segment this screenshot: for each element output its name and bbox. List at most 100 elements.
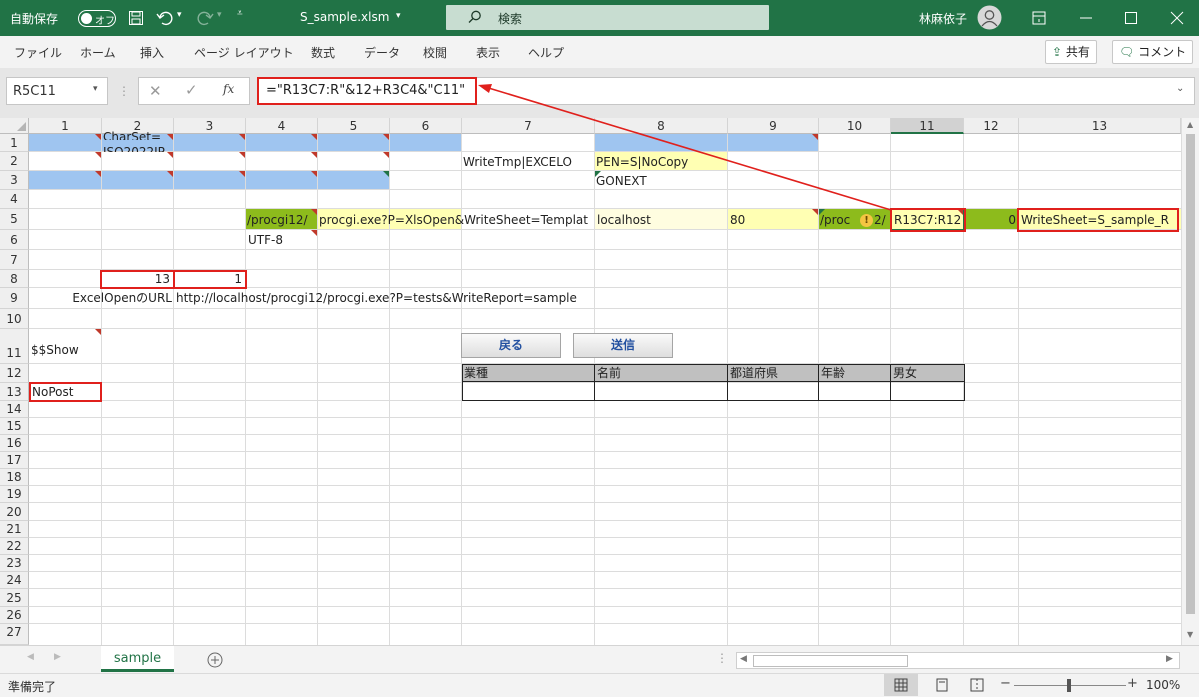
error-warning-icon[interactable]: ! [860,214,873,227]
row-header-14[interactable]: 14 [0,401,29,418]
scroll-left-icon[interactable]: ◀ [740,654,747,664]
page-layout-view-icon[interactable] [935,678,949,692]
undo-dropdown-icon[interactable]: ▾ [177,10,182,20]
insert-function-icon[interactable]: fx [223,82,234,96]
sheet-tab-sample[interactable]: sample [101,646,174,672]
col-header-10[interactable]: 10 [819,118,891,134]
row-header-11[interactable]: 11 [0,329,29,364]
col-header-8[interactable]: 8 [595,118,728,134]
zoom-out-button[interactable]: − [1000,676,1011,691]
cell-r6c4[interactable]: UTF-8 [248,232,318,249]
row-header-13[interactable]: 13 [0,383,29,401]
undo-icon[interactable] [156,9,174,27]
scroll-down-icon[interactable]: ▼ [1187,630,1193,639]
normal-view-button[interactable] [884,674,918,696]
page-break-view-icon[interactable] [970,678,984,692]
row-header-20[interactable]: 20 [0,503,29,521]
cell-r9c3[interactable]: http://localhost/procgi12/procgi.exe?P=t… [176,290,616,307]
redo-icon[interactable] [196,9,214,27]
tab-help[interactable]: ヘルプ [528,44,564,61]
maximize-icon[interactable] [1124,11,1138,25]
cell-r9c1[interactable]: ExcelOpenのURL [29,290,172,307]
cell-r11c1[interactable]: $$Show [31,342,101,359]
close-icon[interactable] [1170,11,1184,25]
zoom-slider-thumb[interactable] [1067,679,1071,692]
minimize-icon[interactable] [1079,11,1093,25]
vertical-scroll-thumb[interactable] [1186,134,1195,614]
expand-formula-icon[interactable]: ⌄ [1176,83,1184,94]
filename-dropdown-icon[interactable]: ▾ [396,11,401,21]
row-header-15[interactable]: 15 [0,418,29,435]
row-header-17[interactable]: 17 [0,452,29,469]
row-header-7[interactable]: 7 [0,250,29,270]
cell-r5c8[interactable]: localhost [597,212,728,229]
tab-formulas[interactable]: 数式 [311,44,335,61]
cell-r5c4[interactable]: /procgi12/ [247,212,318,229]
splitter-dots-icon[interactable]: ⋮ [118,84,130,98]
tab-home[interactable]: ホーム [80,44,116,61]
tab-view[interactable]: 表示 [476,44,500,61]
scroll-right-icon[interactable]: ▶ [1166,654,1173,664]
cell-r5c9[interactable]: 80 [730,212,819,229]
search-box[interactable]: 検索 [446,5,769,30]
row-header-18[interactable]: 18 [0,469,29,486]
next-sheet-icon[interactable]: ▶ [54,652,61,662]
row-header-8[interactable]: 8 [0,270,29,288]
col-header-9[interactable]: 9 [728,118,819,134]
tab-insert[interactable]: 挿入 [140,44,164,61]
col-header-3[interactable]: 3 [174,118,246,134]
chevron-down-icon[interactable]: ▾ [93,84,98,94]
ribbon-display-icon[interactable] [1032,11,1046,25]
tab-file[interactable]: ファイル [14,44,62,61]
prev-sheet-icon[interactable]: ◀ [27,652,34,662]
share-button[interactable]: ⇪ 共有 [1045,40,1097,64]
tab-page-layout[interactable]: ページ レイアウト [194,44,294,61]
cell-r2c7[interactable]: WriteTmp|EXCELO [463,154,595,171]
spreadsheet-grid[interactable]: 1 2 3 4 5 6 7 8 9 10 11 12 13 1 2 3 4 5 … [0,118,1181,645]
row-header-12[interactable]: 12 [0,364,29,383]
cell-r5c12[interactable]: 0 [966,212,1016,229]
row-header-1[interactable]: 1 [0,134,29,152]
row-header-22[interactable]: 22 [0,538,29,555]
row-header-26[interactable]: 26 [0,607,29,624]
avatar[interactable] [977,5,1002,30]
comment-button[interactable]: 🗨 コメント [1112,40,1194,64]
save-icon[interactable] [128,10,144,26]
row-header-27[interactable]: 27 [0,624,29,645]
col-header-1[interactable]: 1 [29,118,102,134]
cell-r2c8[interactable]: PEN=S|NoCopy [596,154,728,171]
horizontal-scroll-thumb[interactable] [753,655,908,667]
enter-icon[interactable]: ✓ [185,81,198,99]
back-button[interactable]: 戻る [461,333,561,358]
cell-r5c10[interactable]: /proc [820,212,860,229]
zoom-level[interactable]: 100% [1146,678,1180,692]
cell-r5c5[interactable]: procgi.exe?P=XlsOpen&WriteSheet=Templat [319,212,595,229]
redo-dropdown-icon[interactable]: ▾ [217,10,222,20]
row-header-19[interactable]: 19 [0,486,29,503]
row-header-3[interactable]: 3 [0,171,29,190]
row-header-9[interactable]: 9 [0,288,29,309]
customize-icon[interactable]: ⩡ [237,8,243,19]
row-header-23[interactable]: 23 [0,555,29,572]
row-header-4[interactable]: 4 [0,190,29,209]
scroll-up-icon[interactable]: ▲ [1187,120,1193,129]
row-header-10[interactable]: 10 [0,309,29,329]
user-name[interactable]: 林麻依子 [919,10,967,27]
vertical-scrollbar[interactable]: ▲ ▼ [1181,118,1199,645]
row-header-16[interactable]: 16 [0,435,29,452]
zoom-in-button[interactable]: + [1127,676,1138,691]
row-header-25[interactable]: 25 [0,589,29,607]
select-all-corner[interactable] [0,118,29,134]
col-header-12[interactable]: 12 [964,118,1019,134]
autosave-toggle[interactable]: オフ [78,10,116,27]
col-header-5[interactable]: 5 [318,118,390,134]
file-name[interactable]: S_sample.xlsm [300,10,389,24]
tab-splitter-icon[interactable]: ⋮ [716,651,728,665]
col-header-13[interactable]: 13 [1019,118,1181,134]
name-box[interactable]: R5C11 ▾ [6,77,108,105]
cell-r1c2-line1[interactable]: CharSet= [103,131,173,140]
tab-review[interactable]: 校閲 [423,44,447,61]
row-header-5[interactable]: 5 [0,209,29,230]
horizontal-scrollbar[interactable]: ◀ ▶ [736,652,1180,669]
col-header-11[interactable]: 11 [891,118,964,134]
